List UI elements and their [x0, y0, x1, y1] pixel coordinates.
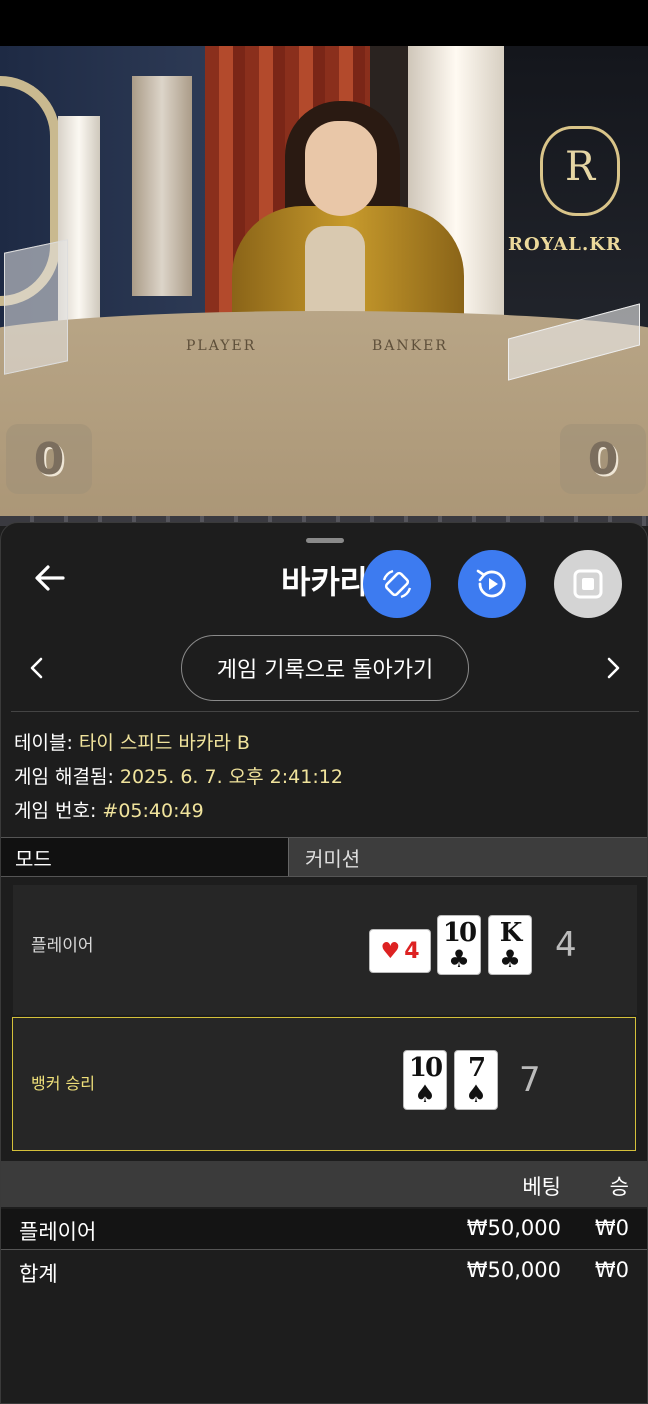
card-shoe — [4, 239, 68, 375]
table-row: 플레이어 ₩50,000 ₩0 — [1, 1209, 647, 1249]
player-label: 플레이어 — [31, 936, 94, 956]
info-resolved: 게임 해결됨: 2025. 6. 7. 오후 2:41:12 — [14, 762, 343, 789]
playing-card: 10 ♣ — [437, 915, 481, 975]
card-suit: ♣ — [499, 945, 521, 973]
bet-amount: ₩50,000 — [466, 1216, 561, 1240]
live-video[interactable]: R ROYAL.KR PLAYER BANKER 0 0 — [0, 46, 648, 516]
playing-card: 7 ♠ — [454, 1050, 498, 1110]
drag-handle[interactable] — [306, 538, 344, 543]
total-row: 합계 ₩50,000 ₩0 — [1, 1251, 647, 1291]
chevron-right-icon[interactable] — [601, 653, 625, 683]
chevron-left-icon[interactable] — [25, 653, 49, 683]
stop-icon — [573, 569, 603, 599]
win-amount: ₩0 — [594, 1216, 629, 1240]
rotate-icon — [382, 569, 412, 599]
row-divider — [1, 1249, 647, 1250]
tab-mode[interactable]: 모드 — [1, 838, 288, 876]
lamp-decor — [132, 76, 192, 296]
playing-card: 10 ♠ — [403, 1050, 447, 1110]
card-suit: ♣ — [448, 945, 470, 973]
page-title: 바카라 — [281, 563, 370, 601]
info-table-value: 타이 스피드 바카라 B — [78, 732, 250, 754]
card-suit: ♠ — [414, 1080, 436, 1108]
royal-r-logo: R — [565, 144, 596, 190]
bet-column-header: 베팅 — [522, 1175, 561, 1199]
playing-card: K ♣ — [488, 915, 532, 975]
stop-button[interactable] — [554, 550, 622, 618]
player-total: 4 — [555, 925, 577, 965]
card-rank: K — [499, 918, 523, 948]
card-rank: 10 — [408, 1053, 443, 1083]
total-label: 합계 — [19, 1262, 58, 1286]
status-bar — [0, 0, 648, 46]
info-table: 테이블: 타이 스피드 바카라 B — [14, 728, 250, 755]
info-game-number-label: 게임 번호: — [14, 800, 97, 822]
info-game-number: 게임 번호: #05:40:49 — [14, 796, 204, 823]
player-score-display: 0 — [6, 424, 92, 494]
card-rank: 10 — [442, 918, 477, 948]
tab-commission[interactable]: 커미션 — [288, 838, 647, 876]
card-suit: ♠ — [465, 1080, 487, 1108]
dealer-face — [305, 121, 377, 216]
total-bet-amount: ₩50,000 — [466, 1258, 561, 1282]
total-win-amount: ₩0 — [594, 1258, 629, 1282]
banker-win-label: 뱅커 승리 — [31, 1074, 95, 1093]
playing-card: ♥ 4 — [369, 929, 431, 973]
player-hand-row: 플레이어 ♥ 4 10 ♣ K ♣ 4 — [13, 885, 637, 1015]
win-column-header: 승 — [609, 1175, 629, 1199]
rotate-button[interactable] — [363, 550, 431, 618]
banker-total: 7 — [519, 1060, 541, 1100]
banker-score-display: 0 — [560, 424, 646, 494]
info-resolved-label: 게임 해결됨: — [14, 766, 114, 788]
card-suit: ♥ — [380, 938, 401, 964]
game-history-panel: 바카라 게임 기록으로 돌아가기 테이블: 타이 스피드 바카라 B 게임 해결… — [0, 522, 648, 1404]
replay-icon — [476, 569, 506, 598]
table-label-banker: BANKER — [372, 338, 448, 354]
back-to-history-button[interactable]: 게임 기록으로 돌아가기 — [181, 635, 469, 701]
mode-tabs: 모드 커미션 — [1, 837, 647, 877]
card-rank: 4 — [404, 938, 420, 964]
table-label-player: PLAYER — [186, 338, 257, 354]
arrow-left-icon[interactable] — [33, 561, 67, 595]
divider — [11, 711, 639, 712]
info-table-label: 테이블: — [14, 732, 73, 754]
info-resolved-value: 2025. 6. 7. 오후 2:41:12 — [119, 766, 343, 788]
replay-button[interactable] — [458, 550, 526, 618]
banker-hand-row: 뱅커 승리 10 ♠ 7 ♠ 7 — [12, 1017, 636, 1151]
card-rank: 7 — [467, 1053, 486, 1083]
bets-table-header: 베팅 승 — [1, 1161, 647, 1207]
brand-logo-text: ROYAL.KR — [508, 234, 622, 255]
info-game-number-value: #05:40:49 — [102, 800, 204, 822]
bet-name: 플레이어 — [19, 1220, 97, 1244]
